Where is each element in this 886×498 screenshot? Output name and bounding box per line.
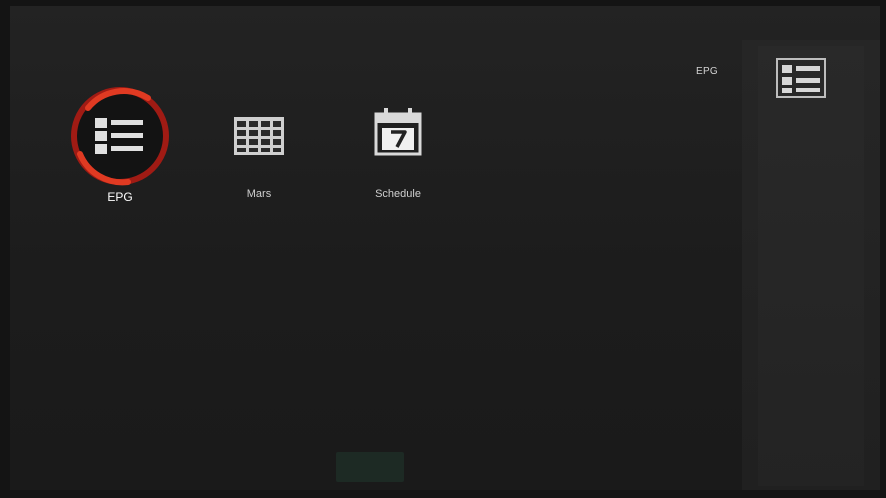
side-column-inner: [758, 46, 864, 486]
menu-item-label: EPG: [107, 190, 133, 204]
grid-table-icon: [234, 117, 284, 155]
menu-item-label: Schedule: [375, 188, 421, 200]
menu-item-label: Mars: [246, 188, 272, 200]
epg-list-icon: [776, 58, 826, 98]
calendar-icon: [374, 108, 422, 156]
menu-item-schedule[interactable]: Schedule: [348, 86, 448, 216]
epg-list-icon: [95, 118, 143, 154]
epg-screen: EPG EPG Mars Schedule: [0, 0, 886, 498]
bottom-tab: [336, 452, 404, 482]
header-title: EPG: [695, 66, 719, 77]
menu-item-mars[interactable]: Mars: [209, 86, 309, 216]
menu-item-epg[interactable]: EPG: [70, 86, 170, 216]
